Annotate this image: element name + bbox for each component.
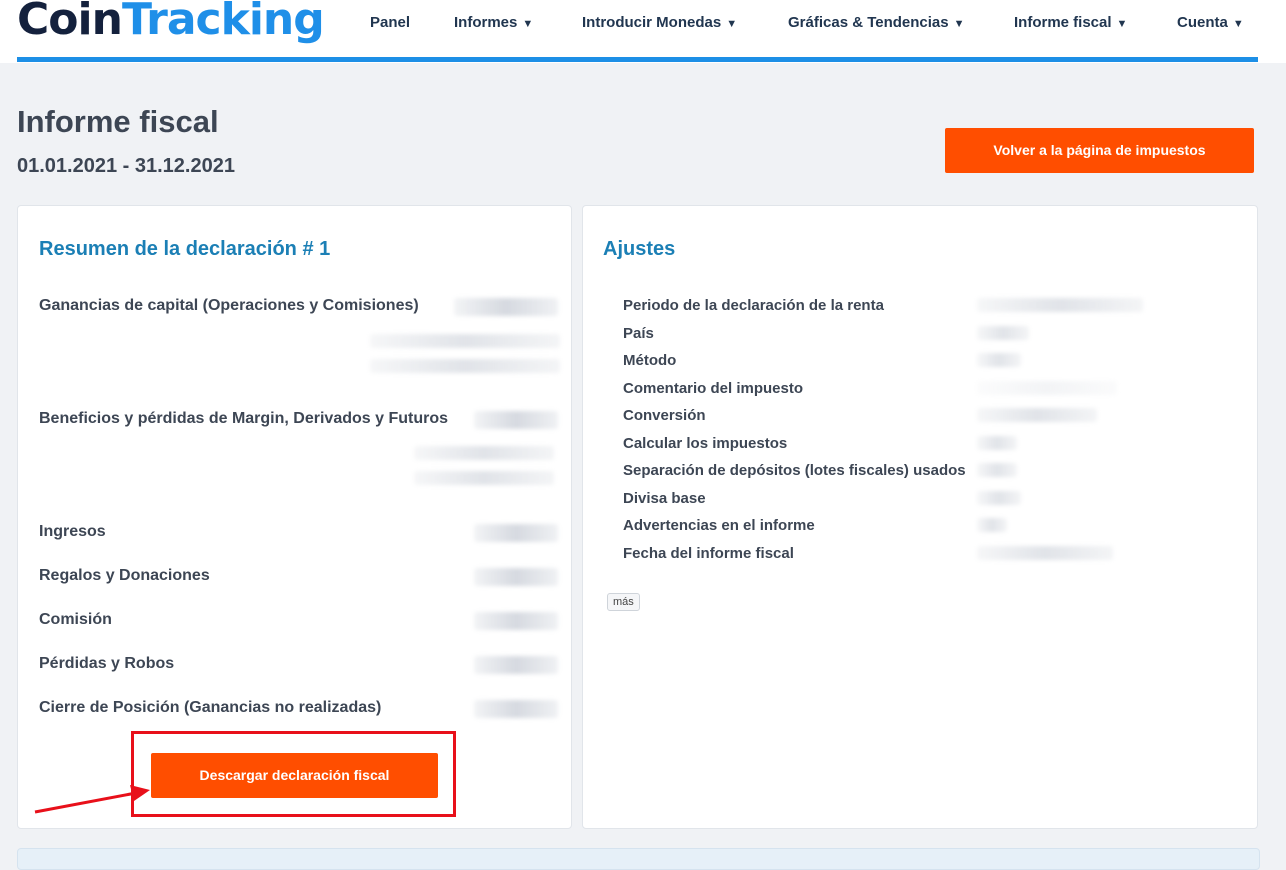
- setting-report-warnings: Advertencias en el informe: [623, 517, 815, 534]
- redacted-value: [370, 359, 560, 373]
- redacted-value: [977, 298, 1143, 312]
- setting-tax-period: Periodo de la declaración de la renta: [623, 297, 884, 314]
- summary-row-fee: Comisión: [39, 611, 112, 628]
- setting-base-currency: Divisa base: [623, 490, 706, 507]
- redacted-value: [370, 334, 560, 348]
- redacted-value: [977, 463, 1017, 477]
- setting-report-date: Fecha del informe fiscal: [623, 545, 794, 562]
- redacted-value: [977, 436, 1017, 450]
- setting-conversion: Conversión: [623, 407, 706, 424]
- chevron-down-icon: ▼: [953, 18, 965, 30]
- summary-row-income: Ingresos: [39, 523, 106, 540]
- nav-introducir-monedas[interactable]: Introducir Monedas ▼: [582, 14, 737, 31]
- info-panel: [17, 848, 1260, 870]
- summary-row-position-close: Cierre de Posición (Ganancias no realiza…: [39, 699, 382, 716]
- summary-row-margin-derivatives: Beneficios y pérdidas de Margin, Derivad…: [39, 410, 448, 427]
- settings-card: Ajustes Periodo de la declaración de la …: [582, 205, 1258, 829]
- nav-informe-fiscal[interactable]: Informe fiscal ▼: [1014, 14, 1127, 31]
- chevron-down-icon: ▼: [1116, 18, 1128, 30]
- redacted-value: [414, 446, 554, 460]
- redacted-value: [977, 546, 1113, 560]
- download-tax-report-button[interactable]: Descargar declaración fiscal: [151, 753, 438, 798]
- redacted-value: [474, 700, 558, 718]
- more-settings-button[interactable]: más: [607, 593, 640, 611]
- setting-tax-comment: Comentario del impuesto: [623, 380, 804, 397]
- nav-cuenta[interactable]: Cuenta ▼: [1177, 14, 1244, 31]
- redacted-value: [977, 353, 1021, 367]
- chevron-down-icon: ▼: [726, 18, 738, 30]
- tax-period-range: 01.01.2021 - 31.12.2021: [17, 155, 235, 177]
- redacted-value: [977, 518, 1007, 532]
- nav-panel[interactable]: Panel: [370, 14, 410, 31]
- redacted-value: [474, 656, 558, 674]
- summary-title: Resumen de la declaración # 1: [39, 238, 331, 260]
- top-navbar: CoinTracking Panel Informes ▼ Introducir …: [0, 0, 1286, 63]
- page-title: Informe fiscal: [17, 104, 219, 139]
- chevron-down-icon: ▼: [1232, 18, 1244, 30]
- summary-row-capital-gains: Ganancias de capital (Operaciones y Comi…: [39, 297, 419, 314]
- redacted-value: [977, 381, 1117, 395]
- cointracking-logo[interactable]: CoinTracking: [17, 0, 325, 48]
- setting-calculate-taxes: Calcular los impuestos: [623, 435, 788, 452]
- chevron-down-icon: ▼: [522, 18, 534, 30]
- redacted-value: [977, 408, 1097, 422]
- redacted-value: [454, 298, 558, 316]
- redacted-value: [474, 524, 558, 542]
- redacted-value: [414, 471, 554, 485]
- redacted-value: [977, 326, 1029, 340]
- nav-graficas-tendencias[interactable]: Gráficas & Tendencias ▼: [788, 14, 965, 31]
- redacted-value: [474, 612, 558, 630]
- setting-deposit-separation: Separación de depósitos (lotes fiscales)…: [623, 462, 966, 479]
- summary-row-gifts-donations: Regalos y Donaciones: [39, 567, 210, 584]
- back-to-taxes-button[interactable]: Volver a la página de impuestos: [945, 128, 1254, 173]
- redacted-value: [474, 568, 558, 586]
- redacted-value: [474, 411, 558, 429]
- summary-row-losses-thefts: Pérdidas y Robos: [39, 655, 175, 672]
- nav-informes[interactable]: Informes ▼: [454, 14, 533, 31]
- setting-country: País: [623, 325, 654, 342]
- settings-title: Ajustes: [603, 238, 676, 260]
- redacted-value: [977, 491, 1021, 505]
- header-accent-bar: [17, 57, 1258, 62]
- annotation-arrow-icon: [34, 785, 150, 814]
- setting-method: Método: [623, 352, 677, 369]
